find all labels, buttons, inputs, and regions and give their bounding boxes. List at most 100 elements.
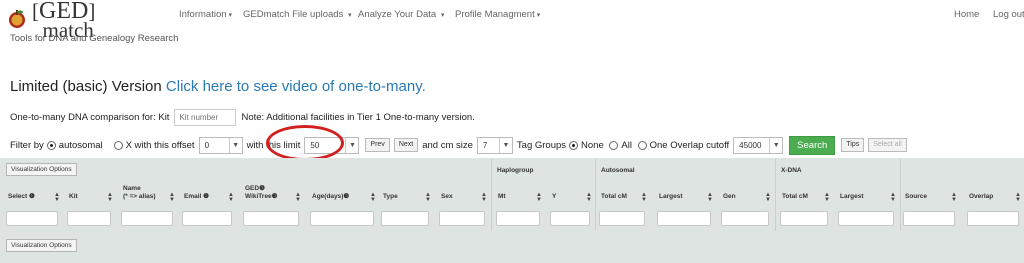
column-filter-input-gen[interactable] [721, 211, 769, 226]
column-filter-input-sex[interactable] [439, 211, 485, 226]
column-filter-input-type[interactable] [381, 211, 429, 226]
visualization-options-button-top[interactable]: Visualization Options [6, 163, 77, 176]
group-header-haplogroup: Haplogroup [497, 167, 534, 174]
nav-information[interactable]: Information ▾ [179, 9, 232, 20]
column-filter-input-email[interactable] [182, 211, 232, 226]
column-filter-input-age-days[interactable] [310, 211, 374, 226]
column-header-label: Largest [659, 193, 683, 200]
x-offset-radio[interactable] [113, 140, 123, 150]
chevron-down-icon: ▼ [228, 137, 242, 153]
column-filter-input-xdna-largest[interactable] [838, 211, 894, 226]
sort-arrows-icon[interactable]: ▲ ▼ [295, 192, 301, 203]
site-tagline: Tools for DNA and Genealogy Research [10, 33, 179, 44]
column-header-y[interactable]: Y ▲ ▼ [549, 185, 595, 209]
column-filter-input-y[interactable] [550, 211, 590, 226]
column-header-name[interactable]: Name (* => alias) ▲ ▼ [120, 185, 178, 209]
column-header-mt[interactable]: Mt ▲ ▼ [495, 185, 545, 209]
column-filter-input-mt[interactable] [496, 211, 540, 226]
column-header-xdna-largest[interactable]: Largest ▲ ▼ [837, 185, 899, 209]
sort-arrows-icon[interactable]: ▲ ▼ [536, 192, 542, 203]
nav-logout[interactable]: Log out [993, 9, 1024, 20]
page-title: Limited (basic) Version Click here to se… [10, 78, 426, 95]
column-header-select[interactable]: Select ❶ ▲ ▼ [5, 185, 63, 209]
nav-file-uploads[interactable]: GEDmatch File uploads ▾ [243, 9, 351, 20]
column-header-email[interactable]: Email ❷ ▲ ▼ [181, 185, 237, 209]
column-header-sex[interactable]: Sex ▲ ▼ [438, 185, 490, 209]
column-filter-input-source[interactable] [903, 211, 955, 226]
sort-arrows-icon[interactable]: ▲ ▼ [169, 192, 175, 203]
tips-button[interactable]: Tips [841, 138, 865, 152]
offset-select[interactable]: 0 ▼ [198, 136, 243, 154]
sort-arrows-icon[interactable]: ▲ ▼ [107, 192, 113, 203]
video-link[interactable]: Click here to see video of one-to-many. [166, 78, 426, 95]
nav-profile-management[interactable]: Profile Managment ▾ [455, 9, 540, 20]
chevron-down-icon: ▼ [498, 137, 512, 153]
column-header-xdna-total-cm[interactable]: Total cM ▲ ▼ [779, 185, 833, 209]
tag-one-label: One [649, 139, 668, 151]
prev-button[interactable]: Prev [365, 138, 390, 152]
column-divider [595, 159, 596, 231]
sort-arrows-icon[interactable]: ▲ ▼ [765, 192, 771, 203]
kit-note: Note: Additional facilities in Tier 1 On… [241, 112, 475, 123]
column-filter-input-ged-wikitree[interactable] [243, 211, 299, 226]
column-filter-input-xdna-total-cm[interactable] [780, 211, 828, 226]
sort-arrows-icon[interactable]: ▲ ▼ [54, 192, 60, 203]
column-header-label: Y [552, 193, 557, 200]
column-header-label: Select ❶ [8, 193, 35, 200]
column-header-label: Sex [441, 193, 453, 200]
column-header-label: Total cM [782, 193, 808, 200]
column-filter-input-overlap[interactable] [967, 211, 1019, 226]
nav-home[interactable]: Home [954, 9, 979, 20]
column-filter-input-largest[interactable] [657, 211, 711, 226]
column-filter-input-kit[interactable] [67, 211, 111, 226]
next-button[interactable]: Next [393, 138, 419, 152]
sort-arrows-icon[interactable]: ▲ ▼ [370, 192, 376, 203]
cm-size-select[interactable]: 7 ▼ [476, 136, 513, 154]
overlap-cutoff-label: Overlap cutoff [670, 139, 730, 151]
sort-arrows-icon[interactable]: ▲ ▼ [1015, 192, 1021, 203]
column-header-gen[interactable]: Gen ▲ ▼ [720, 185, 774, 209]
column-divider [491, 159, 492, 231]
column-header-label: Age(days)❸ [312, 193, 350, 200]
column-header-source[interactable]: Source ▲ ▼ [902, 185, 960, 209]
column-header-type[interactable]: Type ▲ ▼ [380, 185, 434, 209]
sort-arrows-icon[interactable]: ▲ ▼ [481, 192, 487, 203]
tag-all-radio[interactable] [609, 140, 619, 150]
column-header-label: Largest [840, 193, 864, 200]
visualization-options-button-bottom[interactable]: Visualization Options [6, 239, 77, 252]
column-header-age-days[interactable]: Age(days)❸ ▲ ▼ [309, 185, 379, 209]
site-header: [GED] match Tools for DNA and Genealogy … [0, 0, 1024, 56]
column-filter-input-select[interactable] [6, 211, 58, 226]
column-header-largest[interactable]: Largest ▲ ▼ [656, 185, 716, 209]
chevron-down-icon: ▼ [345, 137, 358, 153]
kit-number-input[interactable] [174, 109, 237, 126]
autosomal-label: autosomal [58, 139, 103, 151]
column-filter-input-total-cm[interactable] [599, 211, 645, 226]
column-header-kit[interactable]: Kit ▲ ▼ [66, 185, 116, 209]
sort-arrows-icon[interactable]: ▲ ▼ [707, 192, 713, 203]
filter-by-label: Filter by [10, 139, 44, 151]
sort-arrows-icon[interactable]: ▲ ▼ [586, 192, 592, 203]
sort-arrows-icon[interactable]: ▲ ▼ [425, 192, 431, 203]
chevron-down-icon: ▼ [769, 137, 782, 153]
column-header-total-cm[interactable]: Total cM ▲ ▼ [598, 185, 650, 209]
autosomal-radio[interactable] [46, 140, 56, 150]
sort-arrows-icon[interactable]: ▲ ▼ [641, 192, 647, 203]
column-filter-input-name[interactable] [121, 211, 173, 226]
sort-arrows-icon[interactable]: ▲ ▼ [824, 192, 830, 203]
column-header-label: GED❸ WikiTree❸ [245, 185, 278, 200]
sort-arrows-icon[interactable]: ▲ ▼ [228, 192, 234, 203]
sort-arrows-icon[interactable]: ▲ ▼ [951, 192, 957, 203]
column-header-overlap[interactable]: Overlap ▲ ▼ [966, 185, 1024, 209]
column-header-label: Gen [723, 193, 736, 200]
nav-analyze-data[interactable]: Analyze Your Data ▾ [358, 9, 444, 20]
search-button[interactable]: Search [789, 135, 836, 155]
column-header-ged-wikitree[interactable]: GED❸ WikiTree❸ ▲ ▼ [242, 185, 304, 209]
overlap-cutoff-select[interactable]: 45000 ▼ [733, 136, 784, 154]
column-divider [775, 159, 776, 231]
tag-none-label: None [581, 139, 604, 151]
tag-none-radio[interactable] [569, 140, 579, 150]
sort-arrows-icon[interactable]: ▲ ▼ [890, 192, 896, 203]
tag-one-radio[interactable] [637, 140, 647, 150]
select-all-button[interactable]: Select all [868, 138, 907, 152]
